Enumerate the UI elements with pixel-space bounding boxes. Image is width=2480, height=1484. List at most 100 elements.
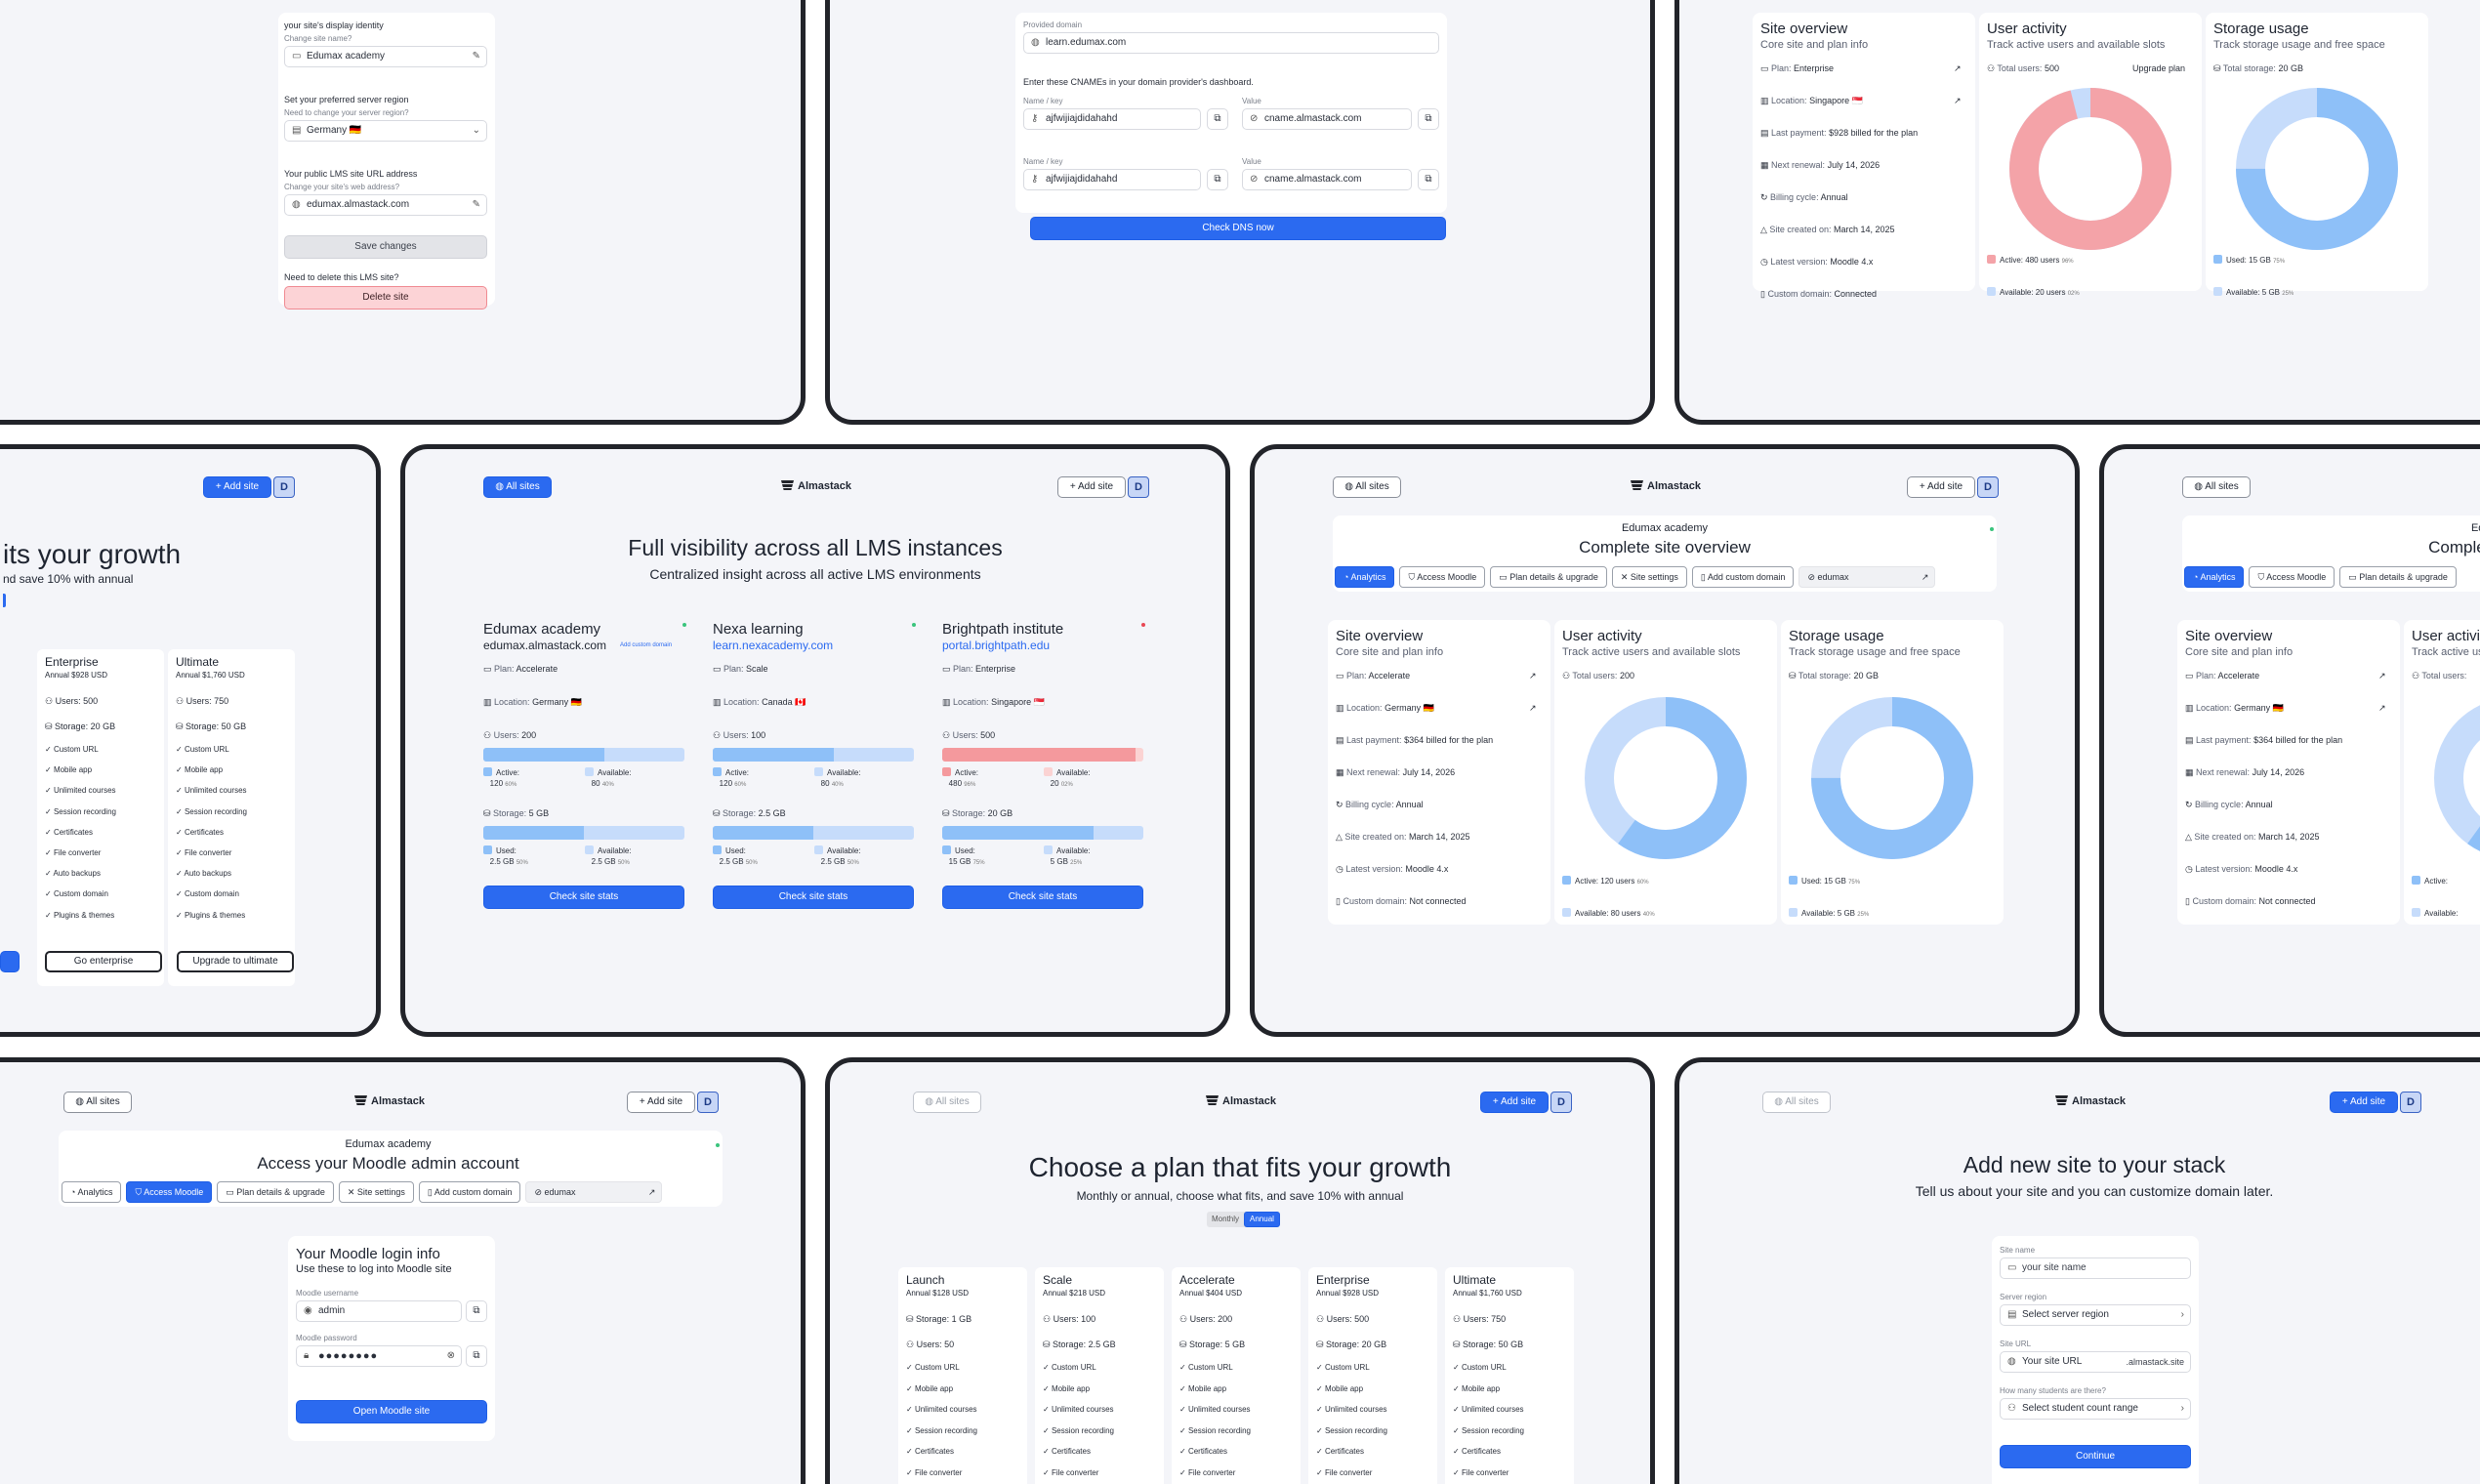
eye-off-icon[interactable]: ⊗ (447, 1346, 455, 1366)
add-custom-domain-link[interactable]: Add custom domain (620, 642, 672, 648)
tab-analytics[interactable]: ◔ Analytics (2184, 566, 2245, 588)
avatar[interactable]: D (1128, 476, 1149, 498)
overview-row: ▥ Location: Singapore 🇸🇬 (1760, 96, 1863, 106)
tab-site-settings[interactable]: ✕ Site settings (1611, 566, 1687, 588)
site-url-value: edumax.almastack.com (307, 199, 410, 210)
edit-icon[interactable]: ✎ (473, 47, 480, 66)
legend-free-value: 5 GB (1837, 909, 1856, 918)
copy-button[interactable]: ⧉ (466, 1300, 487, 1322)
tab-access-moodle[interactable]: ⛉ Access Moodle (126, 1181, 213, 1203)
save-changes-button[interactable]: Save changes (284, 235, 487, 259)
all-sites-button[interactable]: ◍ All sites (1333, 476, 1401, 498)
dns-name-field[interactable]: ⚷ ajfwijiajdidahahd (1023, 108, 1201, 130)
dns-value-field[interactable]: ⊘ cname.almastack.com (1242, 108, 1412, 130)
check-site-stats-button[interactable]: Check site stats (483, 886, 684, 909)
feature-list: ✓ Custom URL ✓ Mobile app ✓ Unlimited cour… (1043, 1357, 1114, 1483)
feature-item: ✓ Unlimited courses (45, 786, 116, 796)
tab-access-moodle[interactable]: ⛉ Access Moodle (1399, 566, 1486, 588)
continue-button[interactable]: Continue (2000, 1445, 2191, 1468)
moodle-password-field[interactable]: 🔒︎ ●●●●●●●● ⊗ (296, 1345, 462, 1367)
plan-cta-partial[interactable] (0, 951, 20, 972)
site-url[interactable]: learn.nexacademy.com (713, 639, 833, 652)
tab-analytics[interactable]: ◔ Analytics (1335, 566, 1395, 588)
external-link-icon[interactable]: ↗ (1529, 703, 1537, 714)
moodle-username-field[interactable]: ◉ admin (296, 1300, 462, 1322)
external-link-icon[interactable]: ↗ (2378, 703, 2386, 714)
go-enterprise-button[interactable]: Go enterprise (45, 951, 162, 972)
tab-plan-details[interactable]: ▭ Plan details & upgrade (217, 1181, 334, 1203)
check-site-stats-button[interactable]: Check site stats (713, 886, 914, 909)
site-url[interactable]: portal.brightpath.edu (942, 639, 1050, 652)
tab-site-settings[interactable]: ✕ Site settings (338, 1181, 414, 1203)
copy-button[interactable]: ⧉ (1207, 108, 1228, 130)
moodle-login-card: Your Moodle login info Use these to log … (288, 1236, 495, 1441)
add-site-button[interactable]: + Add site (203, 476, 271, 498)
add-site-button[interactable]: + Add site (1057, 476, 1126, 498)
check-site-stats-button[interactable]: Check site stats (942, 886, 1143, 909)
site-url-field[interactable]: ◍ edumax.almastack.com ✎ (284, 194, 487, 216)
total-storage-value: 20 GB (2278, 63, 2303, 73)
feature-item: ✓ Auto backups (176, 869, 231, 879)
dns-name-field[interactable]: ⚷ ajfwijiajdidahahd (1023, 169, 1201, 190)
check-icon: ✓ (1453, 1405, 1462, 1414)
external-link-icon[interactable]: ↗ (1954, 96, 1962, 106)
copy-button[interactable]: ⧉ (1207, 169, 1228, 190)
legend-free: Available: 2.5 GB 50% (585, 845, 632, 869)
toggle-partial[interactable] (3, 594, 6, 607)
tab-add-custom-domain[interactable]: ▯ Add custom domain (418, 1181, 521, 1203)
delete-site-button[interactable]: Delete site (284, 286, 487, 309)
all-sites-button[interactable]: ◍ All sites (913, 1092, 981, 1113)
copy-button[interactable]: ⧉ (466, 1345, 487, 1367)
region-select[interactable]: ▤ Germany 🇩🇪 ⌄ (284, 120, 487, 142)
tab-plan-details[interactable]: ▭ Plan details & upgrade (1490, 566, 1607, 588)
toggle-annual[interactable]: Annual (1244, 1212, 1280, 1227)
external-link-icon[interactable]: ↗ (1529, 671, 1537, 681)
add-site-button[interactable]: + Add site (627, 1092, 695, 1113)
add-site-button[interactable]: + Add site (1907, 476, 1975, 498)
legend-used: Used: 2.5 GB 50% (713, 845, 758, 869)
tab-analytics[interactable]: ◔ Analytics (62, 1181, 122, 1203)
tab-access-moodle[interactable]: ⛉ Access Moodle (2249, 566, 2335, 588)
all-sites-button[interactable]: ◍ All sites (63, 1092, 132, 1113)
external-link-icon[interactable]: ↗ (2378, 671, 2386, 681)
feature-item: ✓ Certificates (1316, 1447, 1364, 1456)
feature-item: ✓ Session recording (1043, 1425, 1114, 1435)
students-select[interactable]: ⚇ Select student count range › (2000, 1398, 2191, 1420)
avatar[interactable]: D (1550, 1092, 1572, 1113)
provided-domain-field[interactable]: ◍ learn.edumax.com (1023, 32, 1439, 54)
toggle-monthly[interactable]: Monthly (1207, 1212, 1244, 1227)
site-url-input[interactable]: ◍ Your site URL .almastack.site (2000, 1351, 2191, 1373)
all-sites-button[interactable]: ◍ All sites (1762, 1092, 1831, 1113)
site-name-field[interactable]: ▭ Edumax academy ✎ (284, 46, 487, 67)
avatar[interactable]: D (273, 476, 295, 498)
site-link-field[interactable]: ⊘ edumax ↗ (525, 1181, 663, 1203)
avatar[interactable]: D (1977, 476, 1999, 498)
server-region-select[interactable]: ▤ Select server region › (2000, 1304, 2191, 1326)
overview-row: ◷ Latest version: Moodle 4.x (2185, 864, 2297, 875)
all-sites-button[interactable]: ◍ All sites (2182, 476, 2251, 498)
upgrade-ultimate-button[interactable]: Upgrade to ultimate (177, 951, 294, 972)
upgrade-plan-link[interactable]: Upgrade plan (2132, 63, 2185, 73)
tab-add-custom-domain[interactable]: ▯ Add custom domain (1691, 566, 1795, 588)
external-link-icon[interactable]: ↗ (1954, 63, 1962, 74)
edit-icon[interactable]: ✎ (473, 195, 480, 215)
open-moodle-button[interactable]: Open Moodle site (296, 1400, 487, 1423)
add-site-button[interactable]: + Add site (2330, 1092, 2398, 1113)
moodle-username-label: Moodle username (296, 1289, 359, 1298)
avatar[interactable]: D (2400, 1092, 2421, 1113)
copy-button[interactable]: ⧉ (1418, 108, 1439, 130)
tab-plan-details[interactable]: ▭ Plan details & upgrade (2339, 566, 2457, 588)
copy-button[interactable]: ⧉ (1418, 169, 1439, 190)
feature-item: ✓ File converter (1453, 1467, 1509, 1477)
check-icon: ✓ (1316, 1425, 1325, 1435)
dns-value-field[interactable]: ⊘ cname.almastack.com (1242, 169, 1412, 190)
avatar[interactable]: D (697, 1092, 719, 1113)
check-dns-button[interactable]: Check DNS now (1030, 217, 1446, 240)
folder-icon: ▭ (2185, 671, 2197, 680)
add-site-button[interactable]: + Add site (1480, 1092, 1549, 1113)
all-sites-button[interactable]: ◍ All sites (483, 476, 552, 498)
site-name-input[interactable]: ▭ your site name (2000, 1257, 2191, 1279)
site-link-field[interactable]: ⊘ edumax ↗ (1798, 566, 1936, 588)
plan-users: ⚇ Users: 500 (45, 696, 99, 706)
legend-available: Available: 20 users 02% (1987, 287, 2080, 297)
